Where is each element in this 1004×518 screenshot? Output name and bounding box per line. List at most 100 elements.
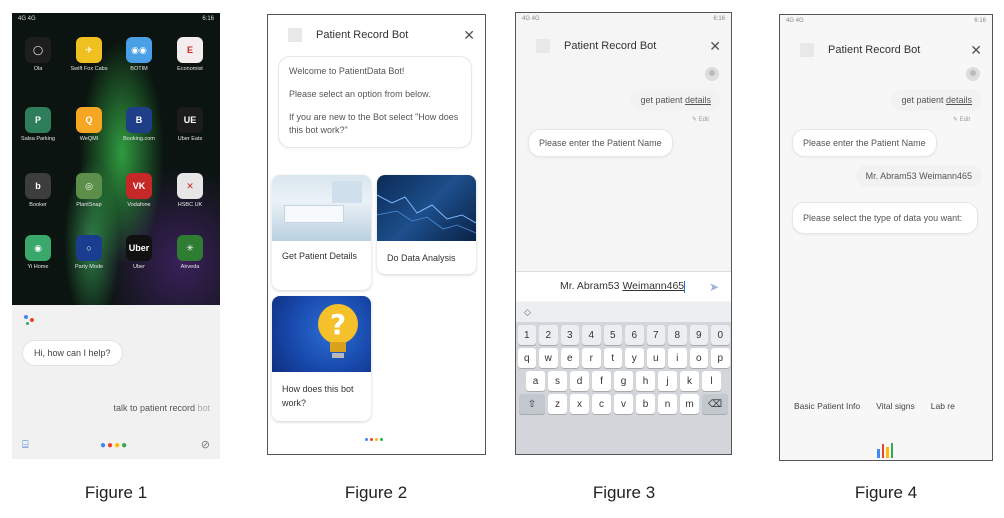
- phone-screen-figure-1: 4G 4G 6:16 ◯ Ola ✈ Swift Fox Cabs ◉◉ BOTIM E Ec…: [12, 13, 220, 459]
- app-yihome[interactable]: ◉ Yi Home: [18, 235, 58, 270]
- edit-link[interactable]: ✎ Edit: [953, 116, 970, 123]
- key-y[interactable]: y: [625, 348, 644, 368]
- vodafone-icon: VK: [126, 173, 152, 199]
- key-m[interactable]: m: [680, 394, 699, 414]
- key-8[interactable]: 8: [668, 325, 687, 345]
- chat-header: Patient Record Bot ✕: [516, 29, 731, 63]
- close-icon[interactable]: ✕: [463, 27, 475, 44]
- backspace-key-icon[interactable]: ⌫: [702, 394, 728, 414]
- key-0[interactable]: 0: [711, 325, 730, 345]
- yihome-icon: ◉: [25, 235, 51, 261]
- message-input[interactable]: Mr. Abram53 Weimann465 ➤: [516, 271, 731, 301]
- key-n[interactable]: n: [658, 394, 677, 414]
- collapse-keyboard-icon[interactable]: ◇: [524, 307, 531, 317]
- google-assistant-panel: Hi, how can I help? talk to patient reco…: [12, 305, 220, 459]
- card-get-patient-details[interactable]: Get Patient Details: [272, 175, 371, 290]
- status-signal: 4G 4G: [786, 18, 804, 24]
- key-p[interactable]: p: [711, 348, 730, 368]
- key-4[interactable]: 4: [582, 325, 601, 345]
- key-b[interactable]: b: [636, 394, 655, 414]
- bot-message: Please enter the Patient Name: [792, 129, 937, 157]
- key-6[interactable]: 6: [625, 325, 644, 345]
- chip-lab-results[interactable]: Lab re: [931, 401, 955, 411]
- key-5[interactable]: 5: [603, 325, 622, 345]
- app-label: PlantSnap: [76, 202, 102, 208]
- caption-figure-2: Figure 2: [344, 483, 408, 502]
- app-vodafone[interactable]: VK Vodafone: [119, 173, 159, 208]
- key-s[interactable]: s: [548, 371, 567, 391]
- inbox-icon[interactable]: ⌸: [22, 439, 29, 452]
- key-1[interactable]: 1: [517, 325, 536, 345]
- send-icon[interactable]: ➤: [709, 280, 719, 294]
- key-o[interactable]: o: [689, 348, 708, 368]
- weqmi-icon: Q: [76, 107, 102, 133]
- app-fox[interactable]: ✈ Swift Fox Cabs: [69, 37, 109, 72]
- fox-icon: ✈: [76, 37, 102, 63]
- app-label: Uber Eats: [177, 136, 203, 142]
- key-3[interactable]: 3: [560, 325, 579, 345]
- app-parking[interactable]: P Salsa Parking: [18, 107, 58, 142]
- app-economist[interactable]: E Economist: [170, 37, 210, 72]
- close-icon[interactable]: ✕: [970, 42, 982, 59]
- shift-key-icon[interactable]: ⇧: [519, 394, 545, 414]
- chat-title: Patient Record Bot: [316, 29, 409, 41]
- booker-icon: b: [25, 173, 51, 199]
- app-ola[interactable]: ◯ Ola: [18, 37, 58, 72]
- phone-screen-figure-2: Patient Record Bot ✕ Welcome to PatientD…: [267, 14, 486, 455]
- app-hsbc[interactable]: ✕ HSBC UK: [170, 173, 210, 208]
- close-icon[interactable]: ✕: [709, 38, 721, 55]
- voice-dots-icon[interactable]: ●●●●: [100, 440, 128, 451]
- key-i[interactable]: i: [668, 348, 687, 368]
- phone-screen-figure-4: 4G 4G 6:16 Patient Record Bot ✕ get pati…: [779, 14, 993, 461]
- key-j[interactable]: j: [658, 371, 677, 391]
- key-a[interactable]: a: [526, 371, 545, 391]
- key-x[interactable]: x: [570, 394, 589, 414]
- key-2[interactable]: 2: [539, 325, 558, 345]
- key-d[interactable]: d: [570, 371, 589, 391]
- keyboard-row-2: asdfghjkl: [516, 371, 731, 391]
- app-weqmi[interactable]: Q WeQMI: [69, 107, 109, 142]
- card-label: Do Data Analysis: [387, 253, 456, 263]
- card-do-data-analysis[interactable]: Do Data Analysis: [377, 175, 476, 274]
- key-c[interactable]: c: [592, 394, 611, 414]
- app-label: Yi Home: [27, 264, 49, 270]
- key-l[interactable]: l: [702, 371, 721, 391]
- caption-figure-4: Figure 4: [854, 483, 918, 502]
- key-h[interactable]: h: [636, 371, 655, 391]
- app-uber-eats[interactable]: UE Uber Eats: [170, 107, 210, 142]
- app-partymode[interactable]: ○ Party Mode: [69, 235, 109, 270]
- app-booking[interactable]: B Booking.com: [119, 107, 159, 142]
- key-u[interactable]: u: [646, 348, 665, 368]
- key-t[interactable]: t: [603, 348, 622, 368]
- key-k[interactable]: k: [680, 371, 699, 391]
- key-e[interactable]: e: [560, 348, 579, 368]
- user-query-text: talk to patient record bot: [113, 403, 210, 413]
- chip-basic-patient-info[interactable]: Basic Patient Info: [794, 401, 860, 411]
- hsbc-icon: ✕: [177, 173, 203, 199]
- card-label: Get Patient Details: [282, 251, 358, 261]
- app-uber[interactable]: Uber Uber: [119, 235, 159, 270]
- key-q[interactable]: q: [517, 348, 536, 368]
- card-how-does-this-bot-work[interactable]: ? How does this bot work?: [272, 296, 371, 421]
- app-botim[interactable]: ◉◉ BOTIM: [119, 37, 159, 72]
- key-r[interactable]: r: [582, 348, 601, 368]
- key-z[interactable]: z: [548, 394, 567, 414]
- listening-mic-icon[interactable]: [877, 443, 893, 458]
- welcome-message: Welcome to PatientData Bot! Please selec…: [278, 56, 472, 149]
- app-booker[interactable]: b Booker: [18, 173, 58, 208]
- app-airveda[interactable]: ✳ Airveda: [170, 235, 210, 270]
- key-7[interactable]: 7: [646, 325, 665, 345]
- key-v[interactable]: v: [614, 394, 633, 414]
- app-plantsnap[interactable]: ◎ PlantSnap: [69, 173, 109, 208]
- status-time: 6:16: [713, 16, 725, 22]
- chip-vital-signs[interactable]: Vital signs: [876, 401, 915, 411]
- key-9[interactable]: 9: [689, 325, 708, 345]
- compass-icon[interactable]: ⊘: [201, 438, 210, 451]
- chat-title: Patient Record Bot: [828, 44, 921, 56]
- edit-link[interactable]: ✎ Edit: [692, 116, 709, 123]
- user-message-name: Mr. Abram53 Weimann465: [855, 165, 982, 187]
- key-w[interactable]: w: [539, 348, 558, 368]
- key-f[interactable]: f: [592, 371, 611, 391]
- key-g[interactable]: g: [614, 371, 633, 391]
- status-signal: 4G 4G: [18, 16, 36, 22]
